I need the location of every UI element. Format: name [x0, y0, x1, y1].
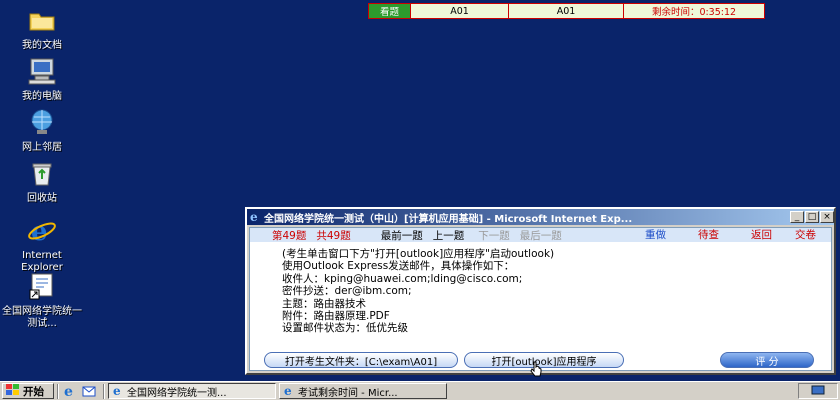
- taskbar-separator: [103, 383, 105, 399]
- desktop-icon-label: 我的电脑: [22, 91, 62, 102]
- tray-icon[interactable]: [811, 384, 825, 399]
- desktop-icon-internet-explorer[interactable]: e Internet Explorer: [0, 214, 84, 274]
- minimize-button[interactable]: _: [790, 211, 804, 223]
- mouse-cursor-icon: [530, 361, 542, 380]
- desktop-icon-label: 回收站: [27, 193, 57, 204]
- score-button[interactable]: 评 分: [720, 352, 814, 368]
- question-line: 密件抄送：der@ibm.com;: [282, 285, 412, 298]
- computer-icon: [26, 55, 58, 87]
- taskbar: 开始 e e 全国网络学院统一测... e 考试剩余时间 - Micr...: [0, 381, 840, 400]
- exam-code-1: A01: [411, 4, 509, 18]
- exam-status-bar: 看题 A01 A01 剩余时间：0:35:12: [368, 3, 765, 19]
- desktop-icon-my-computer[interactable]: 我的电脑: [0, 55, 84, 103]
- question-nav: 第49题 共49题 最前一题 上一题 下一题 最后一题 重做 待查 返回 交卷: [250, 228, 831, 242]
- shortcut-icon: [26, 270, 58, 302]
- question-text: (考生单击窗口下方"打开[outlook]应用程序"启动outlook) 使用O…: [282, 248, 554, 335]
- ie-small-icon: e: [249, 210, 261, 225]
- maximize-button[interactable]: □: [805, 211, 819, 223]
- start-button[interactable]: 开始: [2, 383, 54, 399]
- ie-icon: e: [26, 214, 58, 246]
- network-icon: [26, 106, 58, 138]
- desktop-icon-label: 全国网络学院统一测试...: [2, 306, 82, 329]
- recycle-bin-icon: [26, 157, 58, 189]
- open-exam-folder-button[interactable]: 打开考生文件夹：[C:\exam\A01]: [264, 352, 458, 368]
- desktop-icon-label: 我的文档: [22, 40, 62, 51]
- desktop-icon-recycle-bin[interactable]: 回收站: [0, 157, 84, 205]
- task-timer-window[interactable]: e 考试剩余时间 - Micr...: [279, 383, 447, 399]
- folder-icon: [26, 4, 58, 36]
- question-line: 收件人：kping@huawei.com;lding@cisco.com;: [282, 272, 523, 285]
- next-question-link[interactable]: 下一题: [478, 228, 510, 243]
- question-line: (考生单击窗口下方"打开[outlook]应用程序"启动outlook): [282, 248, 555, 260]
- question-line: 设置邮件状态为：低优先级: [282, 322, 408, 335]
- close-button[interactable]: ×: [820, 211, 834, 223]
- question-line: 主题：路由器技术: [282, 297, 366, 310]
- question-line: 使用Outlook Express发送邮件，具体操作如下：: [282, 260, 515, 273]
- svg-text:e: e: [113, 384, 121, 396]
- window-title: 全国网络学院统一测试（中山）[计算机应用基础] - Microsoft Inte…: [264, 213, 633, 225]
- redo-button[interactable]: 重做: [645, 228, 666, 242]
- window-title-bar[interactable]: e 全国网络学院统一测试（中山）[计算机应用基础] - Microsoft In…: [247, 209, 834, 225]
- ie-task-icon: e: [283, 384, 295, 398]
- prev-question-link[interactable]: 上一题: [433, 228, 465, 243]
- task-label: 考试剩余时间 - Micr...: [298, 387, 398, 399]
- review-button[interactable]: 待查: [698, 228, 719, 242]
- submit-button[interactable]: 交卷: [795, 228, 816, 242]
- question-line: 附件：路由器原理.PDF: [282, 310, 390, 323]
- exam-content: 第49题 共49题 最前一题 上一题 下一题 最后一题 重做 待查 返回 交卷 …: [249, 227, 832, 377]
- exam-mode-status[interactable]: 看题: [369, 4, 411, 18]
- start-label: 开始: [23, 385, 44, 398]
- desktop-icon-network[interactable]: 网上邻居: [0, 106, 84, 154]
- quicklaunch-outlook-icon[interactable]: [81, 383, 97, 399]
- first-question-link[interactable]: 最前一题: [381, 228, 423, 243]
- current-question: 第49题: [272, 229, 307, 242]
- desktop-icon-label: 网上邻居: [22, 142, 62, 153]
- remaining-time: 剩余时间：0:35:12: [651, 7, 737, 18]
- quicklaunch-ie-icon[interactable]: e: [62, 383, 78, 399]
- back-button[interactable]: 返回: [751, 228, 772, 242]
- svg-text:e: e: [250, 210, 258, 222]
- desktop-icon-my-documents[interactable]: 我的文档: [0, 4, 84, 52]
- open-outlook-button[interactable]: 打开[outlook]应用程序: [464, 352, 624, 368]
- taskbar-separator: [57, 383, 59, 399]
- exam-browser-window: e 全国网络学院统一测试（中山）[计算机应用基础] - Microsoft In…: [245, 207, 836, 377]
- system-tray: [798, 383, 838, 399]
- total-questions: 共49题: [316, 229, 351, 242]
- desktop-icon-exam-shortcut[interactable]: 全国网络学院统一测试...: [0, 270, 84, 330]
- task-label: 全国网络学院统一测...: [127, 387, 227, 399]
- windows-logo-icon: [6, 383, 20, 399]
- task-exam-window[interactable]: e 全国网络学院统一测...: [108, 383, 276, 399]
- exam-code-2: A01: [509, 4, 624, 18]
- last-question-link[interactable]: 最后一题: [520, 228, 562, 243]
- svg-text:e: e: [64, 384, 73, 398]
- svg-text:e: e: [284, 384, 292, 396]
- ie-task-icon: e: [112, 384, 124, 398]
